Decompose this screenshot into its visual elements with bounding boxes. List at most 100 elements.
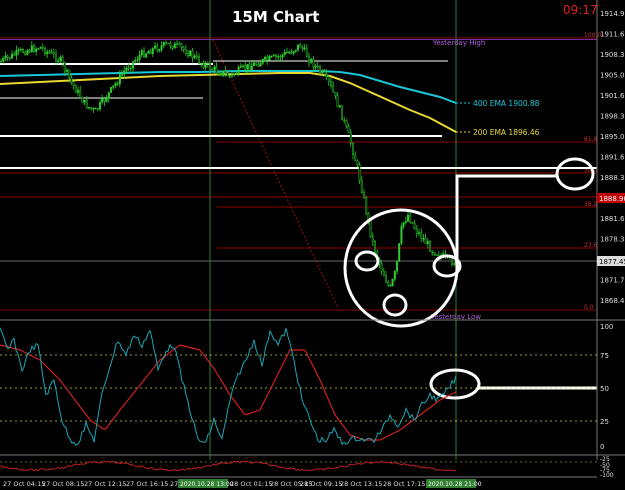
candle-body <box>22 49 25 53</box>
time-badge-2-text: 2020.10.28 21:00 <box>428 481 482 488</box>
candle-body <box>79 89 82 98</box>
candle-body <box>310 59 313 63</box>
candle-body <box>103 98 106 102</box>
candle-body <box>160 45 163 50</box>
candle-body <box>250 65 253 71</box>
candle-body <box>338 105 341 108</box>
candle-body <box>272 55 275 57</box>
oscillator-tick-100: 100 <box>600 323 613 331</box>
candle-body <box>354 154 357 162</box>
level-label-100: 100.0 <box>584 32 601 39</box>
candle-body <box>413 222 416 229</box>
candle-body <box>92 108 95 110</box>
price-tick-label: 1898.30 <box>600 113 625 121</box>
candle-body <box>213 66 216 70</box>
candle-body <box>217 72 220 75</box>
candle-body <box>98 102 101 110</box>
candle-body <box>96 108 99 110</box>
candle-body <box>48 51 51 53</box>
level-label-0: 0.0 <box>584 304 594 311</box>
time-badge-1-text: 2020.10.28 13:00 <box>180 481 234 488</box>
candle-body <box>28 50 31 52</box>
candle-body <box>239 66 242 68</box>
candle-body <box>65 69 68 72</box>
candle-body <box>301 46 304 49</box>
price-tick-label: 1891.60 <box>600 154 625 162</box>
price-tick-label: 1881.60 <box>600 215 625 223</box>
candle-body <box>230 73 233 76</box>
candle-body <box>422 238 425 240</box>
candle-body <box>314 65 317 68</box>
candle-body <box>149 51 152 54</box>
candle-body <box>129 67 132 70</box>
candle-body <box>387 282 390 286</box>
trading-chart[interactable]: 100.0 61.8 50.0 38.2 23.6 0.0 Yesterday … <box>0 0 625 490</box>
candle-body <box>325 74 328 77</box>
candle-body <box>261 59 264 64</box>
candle-body <box>114 83 117 86</box>
candle-body <box>147 51 150 54</box>
candle-body <box>173 43 176 49</box>
candle-body <box>195 55 198 57</box>
candle-body <box>228 75 231 77</box>
candle-body <box>398 243 401 262</box>
candle-body <box>50 52 53 54</box>
candle-body <box>74 85 77 93</box>
candle-body <box>171 45 174 49</box>
yesterday-high-label: Yesterday High <box>432 39 485 47</box>
candle-body <box>268 56 271 61</box>
chart-title: 15M Chart <box>232 8 319 26</box>
candle-body <box>204 63 207 68</box>
candle-body <box>68 69 71 79</box>
candle-body <box>136 59 139 61</box>
candle-body <box>175 43 178 45</box>
price-badge-current-text: 1877.45 <box>599 258 625 266</box>
candle-body <box>396 261 399 272</box>
candle-body <box>219 74 222 76</box>
candle-body <box>433 252 436 256</box>
candle-body <box>158 49 161 51</box>
candle-body <box>347 125 350 133</box>
candle-body <box>305 47 308 58</box>
candle-body <box>235 73 238 75</box>
candle-body <box>385 275 388 283</box>
time-label-4: 27 Oct 16:15 <box>126 480 168 488</box>
candle-body <box>76 89 79 93</box>
candle-body <box>336 95 339 108</box>
candle-body <box>404 221 407 223</box>
candle-body <box>246 64 249 70</box>
candle-body <box>299 44 302 48</box>
candle-body <box>4 55 7 59</box>
candle-body <box>312 59 315 68</box>
candle-body <box>59 56 62 62</box>
candle-body <box>330 81 333 86</box>
candle-body <box>182 47 185 50</box>
candle-body <box>374 240 377 253</box>
candle-body <box>426 241 429 244</box>
candle-body <box>81 97 84 103</box>
price-tick-label: 1871.70 <box>600 277 625 285</box>
candle-body <box>435 254 438 256</box>
level-label-618: 61.8 <box>584 136 598 143</box>
candle-body <box>393 271 396 280</box>
candle-body <box>233 73 236 75</box>
price-tick-label: 1888.30 <box>600 174 625 182</box>
candle-body <box>24 52 27 55</box>
price-tick-label: 1868.40 <box>600 297 625 305</box>
candle-body <box>26 50 29 55</box>
candle-body <box>37 48 40 50</box>
candle-body <box>131 61 134 69</box>
candle-body <box>164 42 167 44</box>
price-badge-level-text: 1888.90 <box>599 195 625 203</box>
oscillator-tick-75: 75 <box>600 352 609 360</box>
candle-body <box>127 67 130 69</box>
candle-body <box>107 92 110 99</box>
candle-body <box>226 72 229 77</box>
candle-body <box>415 228 418 234</box>
candle-body <box>275 55 278 58</box>
candle-body <box>63 62 66 72</box>
price-tick-label: 1905.05 <box>600 72 625 80</box>
candle-body <box>411 222 414 224</box>
candle-body <box>356 160 359 165</box>
candle-body <box>380 263 383 272</box>
